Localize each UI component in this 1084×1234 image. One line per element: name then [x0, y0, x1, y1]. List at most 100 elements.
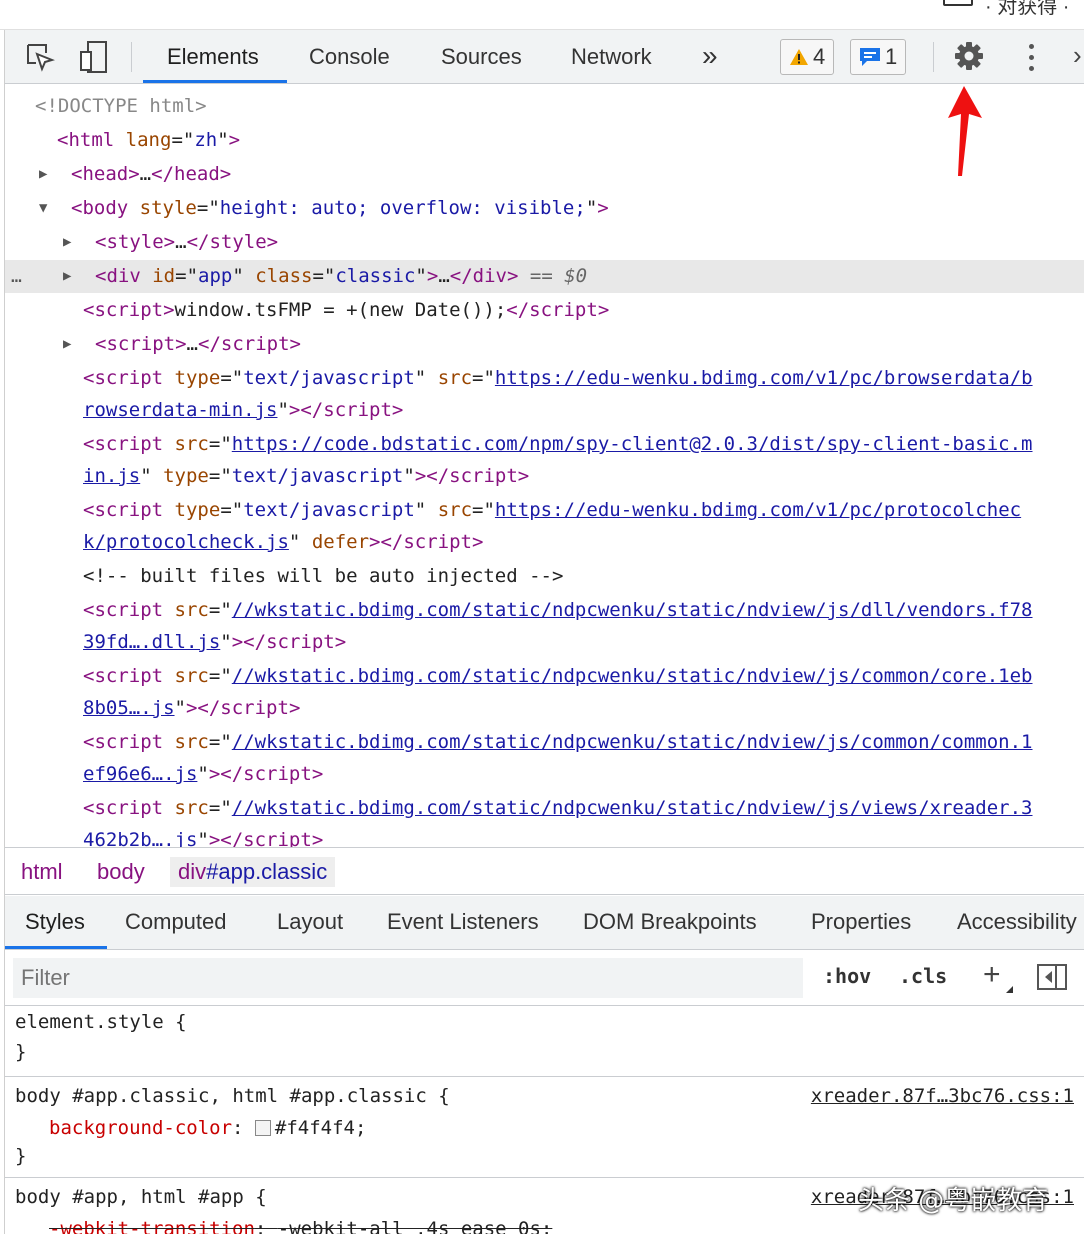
dom-node-script-core-cont[interactable]: 8b05….js"></script> — [5, 692, 1084, 725]
css-property-name[interactable]: background-color — [49, 1117, 232, 1139]
toggle-sidebar-icon[interactable] — [1037, 964, 1067, 990]
tab-properties[interactable]: Properties — [811, 909, 911, 935]
expand-triangle-icon[interactable]: ▶ — [63, 328, 71, 361]
dom-node-script-common[interactable]: <script src="//wkstatic.bdimg.com/static… — [5, 726, 1084, 759]
dom-node-script-browserdata-cont[interactable]: rowserdata-min.js"></script> — [5, 394, 1084, 427]
tab-event-listeners[interactable]: Event Listeners — [387, 909, 539, 935]
settings-gear-icon[interactable] — [954, 41, 984, 71]
expand-triangle-icon[interactable]: ▶ — [63, 260, 71, 293]
messages-count: 1 — [885, 44, 898, 69]
collapse-triangle-icon[interactable]: ▼ — [39, 192, 47, 225]
rule-selector[interactable]: element.style { — [15, 1011, 187, 1033]
css-property-value[interactable]: #f4f4f4; — [275, 1117, 367, 1139]
new-style-rule-button[interactable]: + — [983, 958, 1001, 992]
script-src-link[interactable]: rowserdata-min.js — [83, 399, 277, 421]
tab-computed[interactable]: Computed — [125, 909, 227, 935]
dom-node-head[interactable]: ▶ <head>…</head> — [5, 158, 1084, 191]
tab-network[interactable]: Network — [571, 44, 652, 70]
window-icon — [943, 0, 973, 6]
node-gutter-dots[interactable]: … — [11, 260, 23, 293]
script-ellipsis[interactable]: … — [187, 333, 198, 355]
hov-toggle-button[interactable]: :hov — [823, 964, 871, 988]
new-rule-menu-icon[interactable] — [1006, 986, 1013, 993]
dom-node-doctype[interactable]: <!DOCTYPE html> — [5, 90, 1084, 123]
script-src-link[interactable]: //wkstatic.bdimg.com/static/ndpcwenku/st… — [232, 797, 1033, 819]
rule-selector[interactable]: body #app.classic, html #app.classic { — [15, 1085, 450, 1107]
dom-node-script-xreader[interactable]: <script src="//wkstatic.bdimg.com/static… — [5, 792, 1084, 825]
dom-node-style[interactable]: ▶ <style>…</style> — [5, 226, 1084, 259]
html-comment: <!-- built files will be auto injected -… — [83, 565, 564, 587]
dom-node-html[interactable]: <html lang="zh"> — [5, 124, 1084, 157]
tab-sources[interactable]: Sources — [441, 44, 522, 70]
rule-source-link[interactable]: xreader.87f…3bc76.css:1 — [811, 1085, 1074, 1107]
dom-node-script-spy-client[interactable]: <script src="https://code.bdstatic.com/n… — [5, 428, 1084, 461]
div-ellipsis[interactable]: … — [438, 265, 449, 287]
script-src-link[interactable]: //wkstatic.bdimg.com/static/ndpcwenku/st… — [232, 665, 1033, 687]
breadcrumb-div-app[interactable]: div#app.classic — [170, 857, 336, 887]
css-property-name[interactable]: -webkit-transition — [49, 1218, 255, 1234]
script-src-attr: src — [174, 599, 209, 621]
script-src-link[interactable]: 8b05….js — [83, 697, 175, 719]
tab-elements[interactable]: Elements — [167, 44, 259, 70]
red-arrow-annotation — [948, 86, 982, 176]
script-src-link[interactable]: 462b2b….js — [83, 829, 197, 847]
styles-filter-bar: :hov .cls + — [5, 950, 1084, 1006]
breadcrumb-div-tag: div — [178, 859, 207, 884]
script-src-link[interactable]: 39fd….dll.js — [83, 631, 220, 653]
script-src-attr: src — [174, 433, 209, 455]
dom-node-script-xreader-cont[interactable]: 462b2b….js"></script> — [5, 824, 1084, 847]
body-tag: body — [82, 197, 129, 219]
div-close-tag: div — [472, 265, 507, 287]
dom-node-script-core[interactable]: <script src="//wkstatic.bdimg.com/static… — [5, 660, 1084, 693]
script-src-link[interactable]: https://edu-wenku.bdimg.com/v1/pc/browse… — [495, 367, 1033, 389]
dom-node-script-protocolcheck-cont[interactable]: k/protocolcheck.js" defer></script> — [5, 526, 1084, 559]
expand-triangle-icon[interactable]: ▶ — [39, 158, 47, 191]
doctype-text: <!DOCTYPE html> — [35, 95, 207, 117]
script-src-link[interactable]: https://edu-wenku.bdimg.com/v1/pc/protoc… — [495, 499, 1021, 521]
styles-filter-input[interactable] — [13, 958, 803, 998]
expand-triangle-icon[interactable]: ▶ — [63, 226, 71, 259]
cls-toggle-button[interactable]: .cls — [899, 964, 947, 988]
more-tabs-icon[interactable]: » — [702, 40, 718, 72]
head-ellipsis[interactable]: … — [140, 163, 151, 185]
style-ellipsis[interactable]: … — [175, 231, 186, 253]
script-src-link[interactable]: ef96e6….js — [83, 763, 197, 785]
dom-node-script-protocolcheck[interactable]: <script type="text/javascript" src="http… — [5, 494, 1084, 527]
warnings-badge[interactable]: 4 — [780, 39, 835, 75]
rule-selector[interactable]: body #app, html #app { — [15, 1186, 267, 1208]
html-lang-value: zh — [194, 129, 218, 151]
script-src-link[interactable]: //wkstatic.bdimg.com/static/ndpcwenku/st… — [232, 731, 1033, 753]
dom-node-body[interactable]: ▼ <body style="height: auto; overflow: v… — [5, 192, 1084, 225]
script-src-link[interactable]: https://code.bdstatic.com/npm/spy-client… — [232, 433, 1033, 455]
style-close-tag: style — [209, 231, 267, 253]
tab-console[interactable]: Console — [309, 44, 390, 70]
dom-node-script-vendors[interactable]: <script src="//wkstatic.bdimg.com/static… — [5, 594, 1084, 627]
tab-accessibility[interactable]: Accessibility — [957, 909, 1077, 935]
color-swatch[interactable] — [254, 1120, 271, 1136]
inspect-element-icon[interactable] — [25, 42, 56, 72]
dom-node-script-collapsed[interactable]: ▶ <script>…</script> — [5, 328, 1084, 361]
script-src-link[interactable]: k/protocolcheck.js — [83, 531, 289, 553]
script-src-link[interactable]: //wkstatic.bdimg.com/static/ndpcwenku/st… — [232, 599, 1033, 621]
dom-node-script-vendors-cont[interactable]: 39fd….dll.js"></script> — [5, 626, 1084, 659]
breadcrumb-html[interactable]: html — [13, 857, 71, 887]
close-chevron-icon[interactable]: › — [1073, 40, 1082, 71]
dom-node-comment[interactable]: <!-- built files will be auto injected -… — [5, 560, 1084, 593]
tab-layout[interactable]: Layout — [277, 909, 343, 935]
script-src-link[interactable]: in.js — [83, 465, 140, 487]
device-toolbar-icon[interactable] — [79, 40, 109, 74]
inline-script-code: window.tsFMP = +(new Date()); — [174, 299, 507, 321]
breadcrumb-body[interactable]: body — [89, 857, 153, 887]
dom-node-script-common-cont[interactable]: ef96e6….js"></script> — [5, 758, 1084, 791]
dom-node-script-spy-client-cont[interactable]: in.js" type="text/javascript"></script> — [5, 460, 1084, 493]
head-tag: head — [82, 163, 129, 185]
dom-node-script-browserdata[interactable]: <script type="text/javascript" src="http… — [5, 362, 1084, 395]
more-options-icon[interactable] — [1026, 44, 1036, 74]
messages-badge[interactable]: 1 — [850, 39, 907, 75]
dom-node-script-inline[interactable]: <script>window.tsFMP = +(new Date());</s… — [5, 294, 1084, 327]
tab-styles[interactable]: Styles — [25, 909, 85, 935]
dom-node-div-app-selected[interactable]: … ▶ <div id="app" class="classic">…</div… — [5, 260, 1084, 293]
tab-dom-breakpoints[interactable]: DOM Breakpoints — [583, 909, 757, 935]
html-tag: html — [68, 129, 115, 151]
css-property-value[interactable]: -webkit-all .4s ease 0s; — [278, 1218, 553, 1234]
